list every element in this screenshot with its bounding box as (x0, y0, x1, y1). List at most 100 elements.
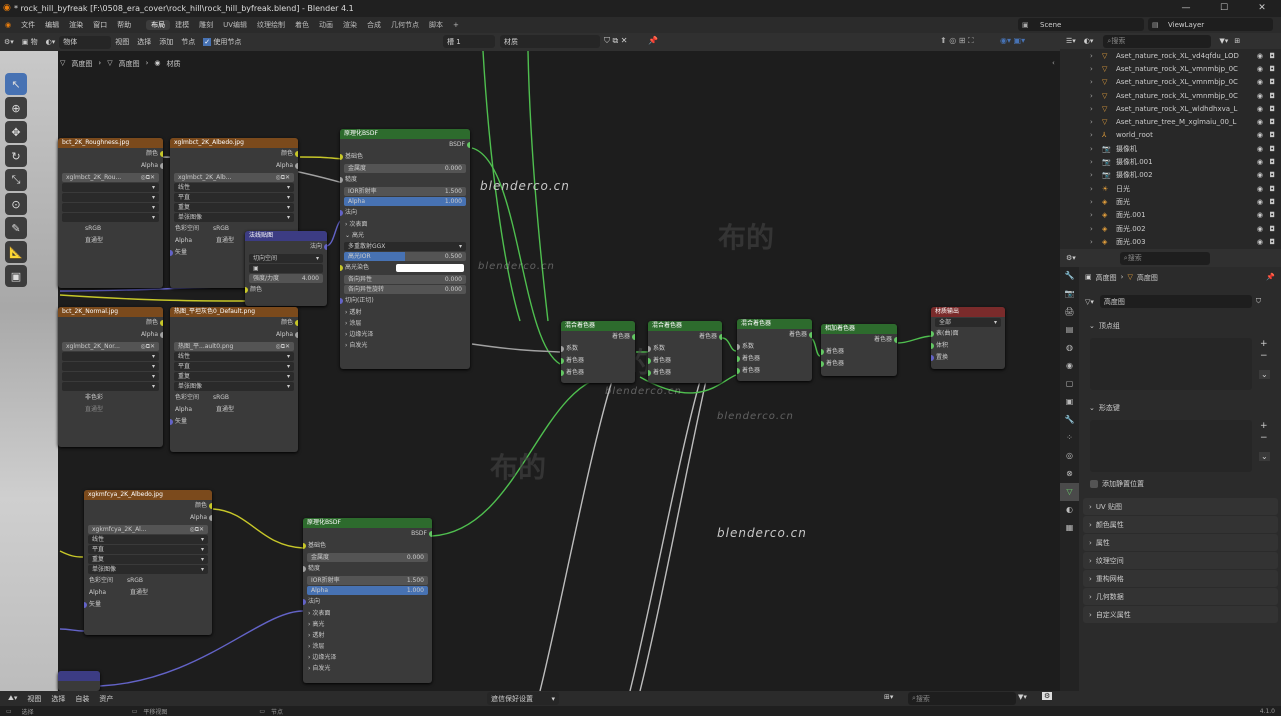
uvmap-field[interactable]: ▣ (249, 264, 323, 273)
outliner-row[interactable]: › ▽ Aset_nature_rock_XL_vmnmbjp_0C ◉ ◘ (1060, 89, 1281, 102)
texture-tab-icon[interactable]: ▦ (1060, 519, 1079, 537)
socket-dot[interactable] (719, 334, 722, 340)
visibility-eye-icon[interactable]: ◉ (1257, 238, 1263, 246)
image-actions-icon[interactable]: ◎⧉✕ (189, 525, 204, 534)
socket-dot[interactable] (340, 177, 343, 183)
asset-search[interactable]: ⌕ 搜索 (908, 692, 1016, 705)
colorspace-row[interactable]: 色彩空间 sRGB (170, 392, 298, 404)
panel-shape-keys[interactable]: ⌄ 形态键 (1083, 399, 1278, 416)
proj-dropdown[interactable]: 平直 ▾ (88, 545, 208, 554)
add-workspace-button[interactable]: + (448, 21, 464, 29)
node-header[interactable]: bct_2K_Roughness.jpg (58, 138, 163, 148)
workspace-tab-uv[interactable]: UV编辑 (218, 20, 252, 30)
socket-dot[interactable] (561, 346, 564, 352)
render-camera-icon[interactable]: ◘ (1269, 145, 1275, 153)
socket-dot[interactable] (295, 163, 298, 169)
particles-tab-icon[interactable]: ⁘ (1060, 429, 1079, 447)
socket-dot[interactable] (340, 210, 343, 216)
library-dropdown[interactable]: 遮信保好设置 ▾ (487, 692, 559, 705)
alpha-row[interactable]: 直通型 (58, 404, 163, 416)
socket-dot[interactable] (160, 163, 163, 169)
expand-icon[interactable]: › (1090, 65, 1093, 73)
editor-type-icon[interactable]: ⚙▾ (0, 38, 18, 46)
node-normal-map[interactable]: 法线贴图 法向 切向空间 ▾ ▣ 强度/力度 4.000 颜色 (245, 231, 327, 306)
proj-dropdown[interactable]: 平直 ▾ (174, 362, 294, 371)
select-tool-icon[interactable]: ↖ (5, 73, 27, 95)
node-header[interactable]: xglmbct_2K_Albedo.jpg (170, 138, 298, 148)
render-tab-icon[interactable]: 📷 (1060, 285, 1079, 303)
proj-dropdown[interactable]: 平直 ▾ (174, 193, 294, 202)
render-camera-icon[interactable]: ◘ (1269, 211, 1275, 219)
image-selector[interactable]: 热图_平...ault0.png ◎⧉✕ (174, 342, 294, 351)
expand-icon[interactable]: › (1090, 52, 1093, 60)
outliner-row[interactable]: › ◈ 面光.002 ◉ ◘ (1060, 222, 1281, 235)
socket-dot[interactable] (160, 332, 163, 338)
menu-edit[interactable]: 编辑 (40, 20, 64, 30)
render-camera-icon[interactable]: ◘ (1269, 185, 1275, 193)
socket-dot[interactable] (931, 355, 934, 361)
aniso-field[interactable]: 各向异性 0.000 (344, 275, 466, 284)
scale-tool-icon[interactable]: ⤡ (5, 169, 27, 191)
node-add-shader[interactable]: 相加着色器 着色器 着色器 着色器 (821, 324, 897, 376)
add-vertex-group-icon[interactable]: + (1260, 339, 1268, 349)
node-header[interactable] (58, 671, 100, 681)
panel-transmission[interactable]: › 透射 (340, 307, 470, 318)
expand-icon[interactable]: › (1090, 92, 1093, 100)
render-camera-icon[interactable]: ◘ (1269, 238, 1275, 246)
expand-icon[interactable]: › (1090, 225, 1093, 233)
node-principled-bsdf[interactable]: 原理化BSDF BSDF 基础色 金属度 0.000 糙度 IOR折射率 1.500… (340, 129, 470, 369)
socket-dot[interactable] (295, 332, 298, 338)
outliner-row[interactable]: › 📷 摄像机 ◉ ◘ (1060, 142, 1281, 155)
outliner-row[interactable]: › 📷 摄像机.002 ◉ ◘ (1060, 169, 1281, 182)
outliner-row[interactable]: › ☀ 日光 ◉ ◘ (1060, 182, 1281, 195)
shape-keys-list[interactable] (1090, 420, 1252, 472)
outliner-search[interactable]: ⌕ 搜索 (1103, 34, 1212, 48)
visibility-eye-icon[interactable]: ◉ (1257, 105, 1263, 113)
source-dropdown[interactable]: 单张图像 ▾ (174, 213, 294, 222)
remove-vertex-group-icon[interactable]: − (1260, 351, 1268, 361)
interp-dropdown[interactable]: ▾ (62, 352, 159, 361)
image-selector[interactable]: xgkmfcya_2K_Al... ◎⧉✕ (88, 525, 208, 534)
render-camera-icon[interactable]: ◘ (1269, 118, 1275, 126)
socket-dot[interactable] (467, 142, 470, 148)
settings-gear-icon[interactable]: ⚙ (1042, 692, 1053, 700)
socket-dot[interactable] (429, 531, 432, 537)
socket-dot[interactable] (737, 368, 740, 374)
outliner-row[interactable]: › ▽ Aset_nature_rock_XL_wldhdhxva_L ◉ ◘ (1060, 102, 1281, 115)
visibility-eye-icon[interactable]: ◉ (1257, 185, 1263, 193)
menu-select[interactable]: 选择 (133, 37, 155, 47)
render-camera-icon[interactable]: ◘ (1269, 171, 1275, 179)
workspace-tab-geometry-nodes[interactable]: 几何节点 (386, 20, 424, 30)
socket-dot[interactable] (245, 287, 248, 293)
alpha-field[interactable]: Alpha 1.000 (344, 197, 466, 206)
alpha-row[interactable]: 直通型 (58, 235, 163, 247)
cursor-tool-icon[interactable]: ⊕ (5, 97, 27, 119)
node-header[interactable]: 原理化BSDF (303, 518, 432, 528)
measure-tool-icon[interactable]: 📐 (5, 241, 27, 263)
image-actions-icon[interactable]: ◎⧉✕ (275, 173, 290, 182)
panel-sheen[interactable]: › 边缘光泽 (340, 329, 470, 340)
render-camera-icon[interactable]: ◘ (1269, 78, 1275, 86)
node-mix-shader-2[interactable]: 混合着色器 着色器 系数 着色器 着色器 (648, 321, 722, 383)
socket-dot[interactable] (209, 515, 212, 521)
panel-attributes[interactable]: › 属性 (1083, 534, 1278, 551)
render-camera-icon[interactable]: ◘ (1269, 131, 1275, 139)
outliner-row[interactable]: › ◈ 面光.001 ◉ ◘ (1060, 209, 1281, 222)
node-header[interactable]: 热图_平坦灰色0_Default.png (170, 307, 298, 317)
view-layer-selector[interactable]: ▤ ViewLayer (1148, 18, 1273, 31)
menu-render[interactable]: 渲染 (64, 20, 88, 30)
render-camera-icon[interactable]: ◘ (1269, 92, 1275, 100)
node-partial[interactable] (58, 671, 100, 691)
filter-icon[interactable]: ▼▾ (1018, 693, 1027, 701)
menu-view[interactable]: 视图 (27, 694, 41, 704)
render-camera-icon[interactable]: ◘ (1269, 225, 1275, 233)
panel-uv-maps[interactable]: › UV 贴图 (1083, 498, 1278, 515)
menu-select[interactable]: 选择 (51, 694, 65, 704)
workspace-tab-texture-paint[interactable]: 纹理绘制 (252, 20, 290, 30)
constraints-tab-icon[interactable]: ⊗ (1060, 465, 1079, 483)
node-roughness-texture[interactable]: bct_2K_Roughness.jpg 颜色 Alpha xglmbct_2K… (58, 138, 163, 288)
outliner-row[interactable]: › ▽ Aset_nature_tree_M_xglmaiu_00_L ◉ ◘ (1060, 115, 1281, 128)
socket-dot[interactable] (632, 334, 635, 340)
blender-menu-icon[interactable]: ◉ (0, 21, 16, 29)
expand-icon[interactable]: › (1090, 78, 1093, 86)
